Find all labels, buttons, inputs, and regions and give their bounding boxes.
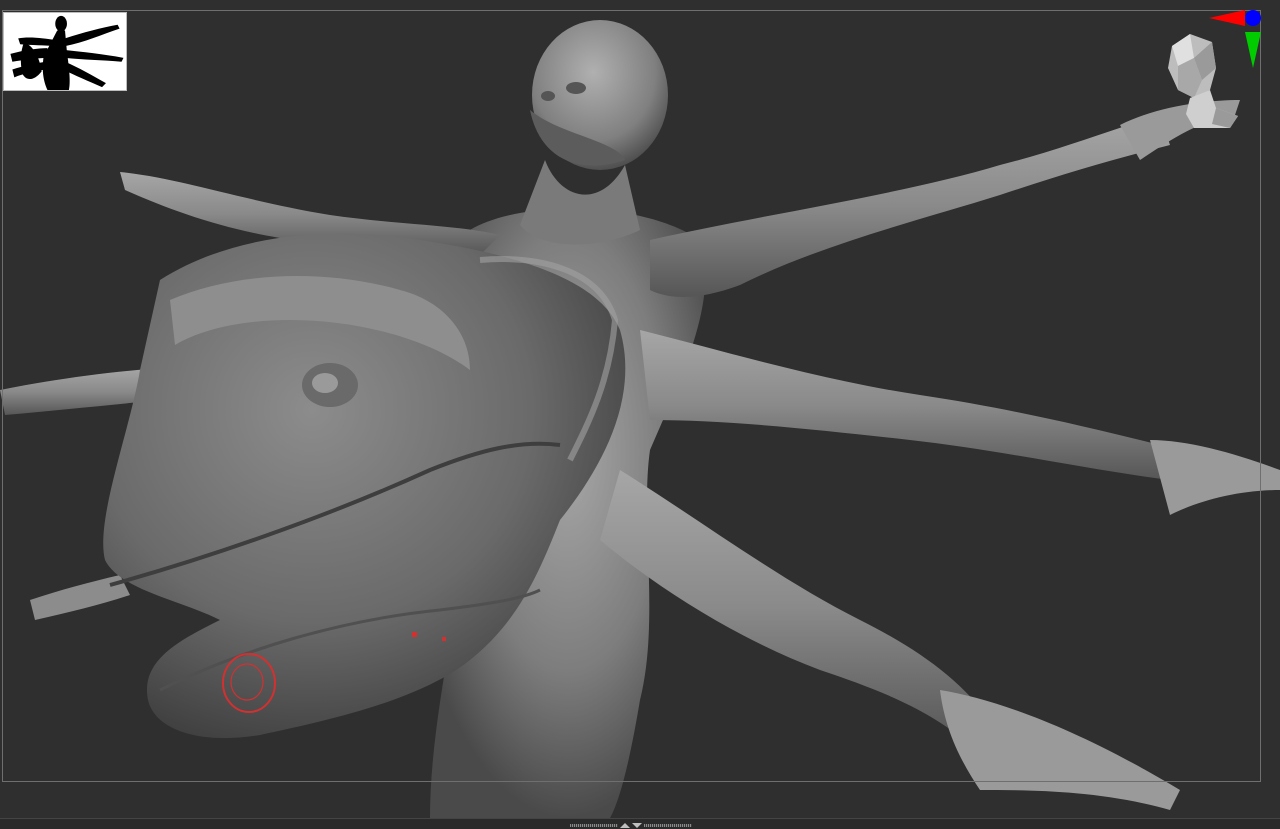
y-axis-arrow-icon [1245, 32, 1261, 68]
shelf-handle[interactable] [570, 822, 694, 828]
brush-cursor-icon [222, 653, 276, 713]
collapse-up-icon[interactable] [620, 822, 630, 828]
grip-icon [644, 823, 692, 827]
expand-down-icon[interactable] [632, 822, 642, 828]
z-axis-dot-icon [1245, 10, 1261, 26]
brush-cursor [220, 652, 278, 714]
head-navigation-cube-icon[interactable] [1160, 28, 1240, 138]
bottom-shelf [0, 818, 1280, 829]
document-viewport[interactable] [0, 0, 1280, 818]
silhouette-preview-icon [10, 15, 124, 90]
silhouette-preview[interactable] [3, 12, 127, 91]
x-axis-arrow-icon [1209, 10, 1245, 26]
grip-icon [570, 823, 618, 827]
sculpt-model[interactable] [0, 0, 1280, 818]
